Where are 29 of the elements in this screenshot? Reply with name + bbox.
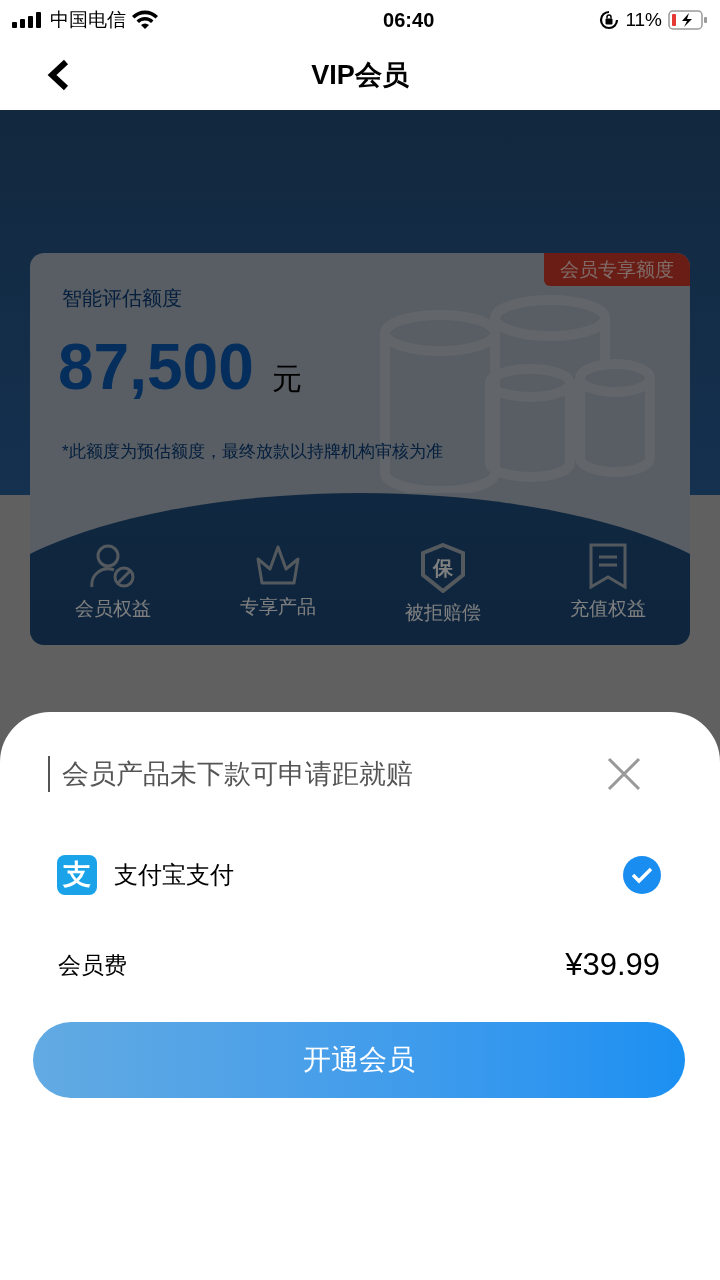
- fee-label: 会员费: [58, 951, 127, 980]
- sheet-title: 会员产品未下款可申请距就赔: [48, 756, 413, 792]
- battery-charging-icon: [668, 10, 708, 30]
- alipay-logo-icon: 支: [57, 855, 97, 895]
- quota-amount: 87,500: [58, 335, 254, 399]
- rotation-lock-icon: [599, 10, 620, 30]
- feature-label[interactable]: 被拒赔偿: [404, 599, 481, 628]
- quota-note: *此额度为预估额度，最终放款以持牌机构审核为准: [62, 441, 443, 463]
- wifi-icon: [132, 10, 158, 30]
- bookmark-icon: [587, 543, 628, 589]
- signal-icon: [12, 12, 44, 28]
- shield-icon: 保: [419, 543, 466, 593]
- exclusive-badge: 会员专享额度: [544, 253, 690, 286]
- currency-unit: 元: [271, 361, 302, 397]
- feature-label[interactable]: 会员权益: [74, 595, 151, 624]
- payment-option[interactable]: 支 支付宝支付: [57, 853, 661, 897]
- payment-checkbox[interactable]: [623, 856, 661, 894]
- fee-price: ¥39.99: [565, 946, 660, 984]
- battery-percent: 11%: [625, 7, 662, 32]
- check-icon: [631, 866, 653, 884]
- open-membership-button[interactable]: 开通会员: [33, 1022, 685, 1098]
- feature-label[interactable]: 充值权益: [569, 595, 646, 624]
- quota-label: 智能评估额度: [62, 286, 182, 311]
- clock-time: 06:40: [383, 8, 435, 33]
- payment-name: 支付宝支付: [114, 860, 234, 890]
- feature-label[interactable]: 专享产品: [239, 593, 316, 622]
- person-icon: [89, 543, 136, 589]
- carrier-name: 中国电信: [50, 7, 126, 32]
- page-title: VIP会员: [311, 58, 409, 92]
